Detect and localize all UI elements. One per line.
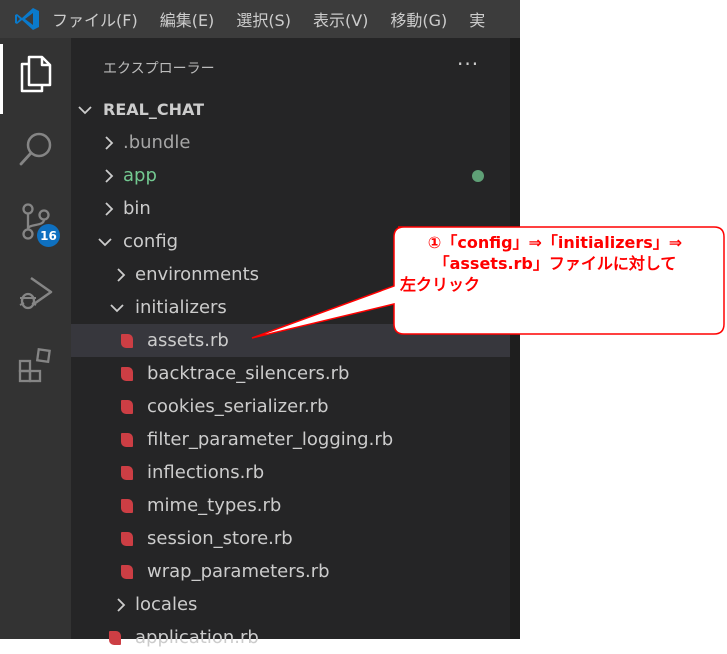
callout-line-2: 「assets.rb」ファイルに対して xyxy=(433,254,677,273)
annotation-callout xyxy=(251,226,725,339)
callout-line-1: ①「config」⇒「initializers」⇒ xyxy=(427,233,683,252)
callout-line-3: 左クリック xyxy=(400,275,481,294)
callout-text: ①「config」⇒「initializers」⇒ 「assets.rb」ファイ… xyxy=(390,232,720,295)
